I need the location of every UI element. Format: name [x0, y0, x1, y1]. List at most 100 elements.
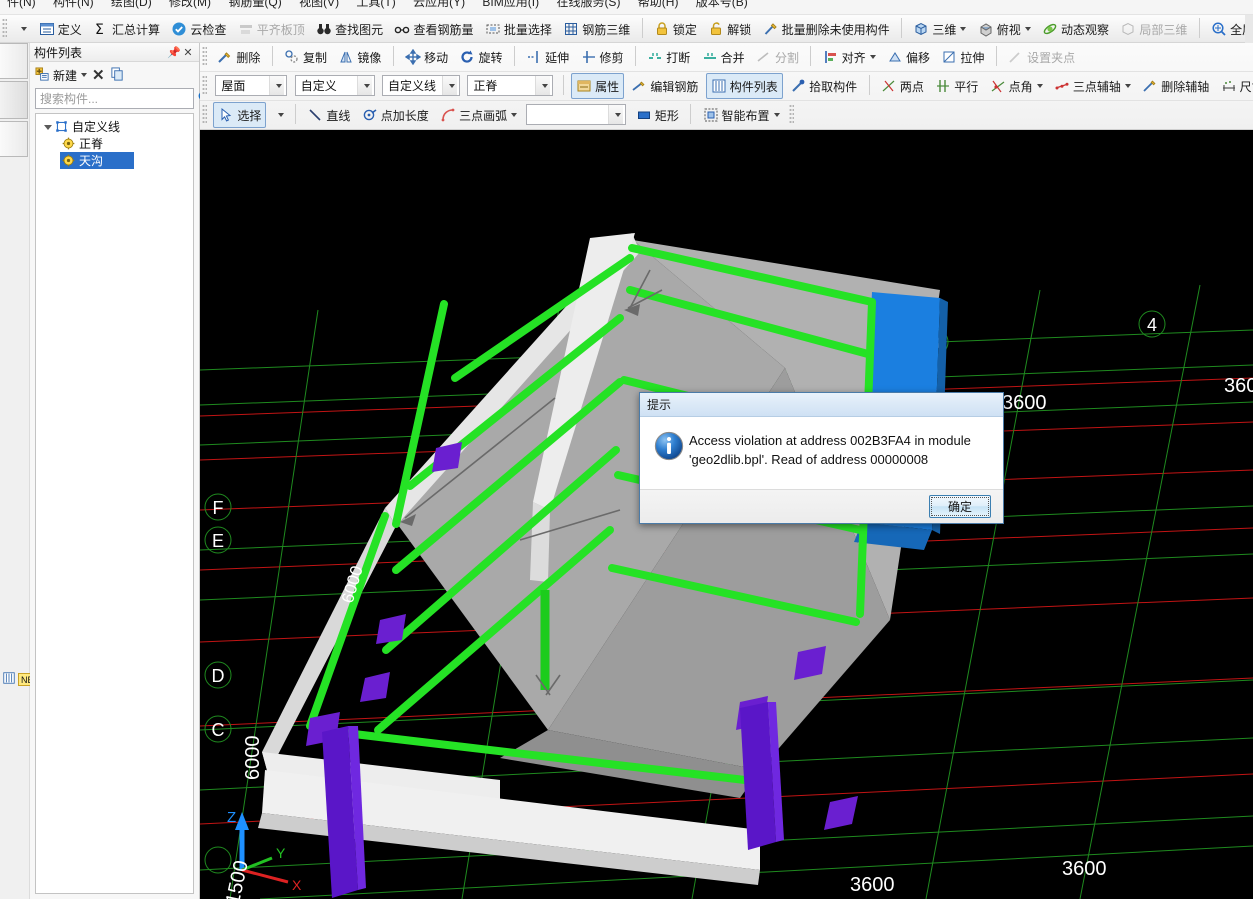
menu-item-bim-apps[interactable]: BIM应用(I) [475, 0, 546, 9]
toolbar-button-find-element[interactable]: 查找图元 [312, 16, 387, 42]
toolbar-button-trim[interactable]: 修剪 [577, 44, 628, 70]
chevron-down-icon[interactable] [356, 76, 372, 95]
menu-item-draw[interactable]: 绘图(D) [104, 0, 159, 9]
toolbar-button-split[interactable]: 分割 [752, 44, 803, 70]
toolbar-scroll-sliver[interactable] [1245, 15, 1253, 43]
chevron-down-icon[interactable] [869, 55, 876, 59]
toolbar-button-component-list[interactable]: 构件列表 [705, 73, 783, 99]
toolbar-grip[interactable] [202, 104, 207, 124]
ok-button[interactable]: 确定 [929, 495, 991, 518]
toolbar-button-copy[interactable]: 复制 [280, 44, 331, 70]
search-input[interactable] [36, 89, 197, 108]
toolbar-button-three-point-arc[interactable]: 三点画弧 [436, 102, 521, 128]
dock-tab-3[interactable] [0, 121, 28, 157]
toolbar-button-batch-select[interactable]: 批量选择 [481, 16, 556, 42]
chevron-down-icon[interactable] [773, 113, 780, 117]
toolbar-button-top-view[interactable]: 俯视 [974, 16, 1035, 42]
delete-component-button[interactable]: ✕ [92, 66, 105, 84]
toolbar-button-parallel[interactable]: 平行 [931, 73, 982, 99]
toolbar-grip[interactable] [202, 75, 207, 95]
toolbar-button-mirror[interactable]: 镜像 [334, 44, 385, 70]
toolbar-grip[interactable] [2, 18, 7, 38]
toolbar-button-smart-layout[interactable]: 智能布置 [699, 102, 784, 128]
toolbar-button-delete-axis[interactable]: 删除辅轴 [1138, 73, 1213, 99]
combo-category[interactable]: 屋面 [215, 75, 288, 96]
toolbar-button-merge[interactable]: 合并 [698, 44, 749, 70]
toolbar-button-align[interactable]: 对齐 [819, 44, 880, 70]
toolbar-overflow-caret[interactable] [13, 16, 31, 42]
menu-item-parts[interactable]: 构件(N) [46, 0, 101, 9]
toolbar-select-dropdown[interactable] [270, 102, 288, 128]
dock-tab-1[interactable] [0, 43, 28, 79]
toolbar-button-break[interactable]: 打断 [643, 44, 694, 70]
toolbar-button-point-length[interactable]: 点加长度 [358, 102, 433, 128]
menu-item-tools[interactable]: 工具(T) [349, 0, 402, 9]
toolbar-button-delete[interactable]: 删除 [213, 44, 264, 70]
chevron-down-icon[interactable] [1036, 84, 1043, 88]
toolbar-button-partial-3d[interactable]: 局部三维 [1116, 16, 1191, 42]
toolbar-button-pick-component[interactable]: 拾取构件 [786, 73, 861, 99]
menu-item-component[interactable]: 件(N) [0, 0, 43, 9]
toolbar-button-dynamic-observe[interactable]: 动态观察 [1038, 16, 1113, 42]
chevron-down-icon[interactable] [269, 76, 285, 95]
toolbar-button-line[interactable]: 直线 [303, 102, 354, 128]
dialog-title-bar[interactable]: 提示 [640, 393, 1003, 417]
chevron-down-icon[interactable] [1024, 27, 1031, 31]
chevron-down-icon[interactable] [608, 105, 624, 124]
search-component-row[interactable] [35, 88, 210, 109]
toolbar-button-3d-view[interactable]: 三维 [909, 16, 970, 42]
copy-component-button[interactable] [110, 67, 126, 83]
chevron-down-icon[interactable] [1124, 84, 1131, 88]
toolbar-button-offset[interactable]: 偏移 [883, 44, 934, 70]
toolbar-grip[interactable] [202, 46, 207, 66]
toolbar-button-batch-delete-unused[interactable]: 批量删除未使用构件 [759, 16, 894, 42]
close-icon[interactable]: ✕ [181, 46, 195, 59]
toolbar-button-cloud-check[interactable]: 云检查 [167, 16, 230, 42]
chevron-down-icon[interactable] [81, 73, 88, 77]
toolbar-button-point-angle[interactable]: 点角 [986, 73, 1047, 99]
toolbar-button-rotate[interactable]: 旋转 [455, 44, 506, 70]
toolbar-button-edit-rebar[interactable]: 编辑钢筋 [627, 73, 702, 99]
toolbar-button-properties[interactable]: 属性 [571, 73, 625, 99]
chevron-down-icon[interactable] [535, 76, 551, 95]
panel-icon[interactable] [2, 671, 18, 687]
tree-node-gutter[interactable]: 天沟 [60, 152, 134, 169]
menu-item-view[interactable]: 视图(V) [292, 0, 346, 9]
combo-draw-empty[interactable] [526, 104, 627, 125]
component-tree[interactable]: 自定义线 正脊 天沟 [35, 113, 194, 894]
combo-type[interactable]: 自定义 [294, 75, 375, 96]
toolbar-button-set-grip-point[interactable]: 设置夹点 [1004, 44, 1079, 70]
chevron-down-icon[interactable] [442, 76, 458, 95]
pin-icon[interactable]: 📌 [167, 46, 181, 59]
chevron-down-icon[interactable] [511, 113, 518, 117]
toolbar-button-extend[interactable]: 延伸 [522, 44, 573, 70]
toolbar-button-select[interactable]: 选择 [213, 102, 267, 128]
dock-tab-2[interactable] [0, 81, 28, 119]
toolbar-button-rebar-3d[interactable]: 钢筋三维 [559, 16, 634, 42]
toolbar-button-stretch[interactable]: 拉伸 [937, 44, 988, 70]
toolbar-button-view-rebar-qty[interactable]: 查看钢筋量 [390, 16, 477, 42]
toolbar-button-move[interactable]: 移动 [401, 44, 452, 70]
toolbar-button-dimension[interactable]: 尺寸标注 [1217, 73, 1253, 99]
toolbar-button-align-slab-top[interactable]: 平齐板顶 [234, 16, 309, 42]
tree-node-custom-line[interactable]: 自定义线 [38, 118, 191, 135]
combo-component[interactable]: 正脊 [467, 75, 554, 96]
chevron-down-icon[interactable] [960, 27, 967, 31]
menu-item-version[interactable]: 版本号(B) [689, 0, 755, 9]
menu-item-cloud-apps[interactable]: 云应用(Y) [406, 0, 472, 9]
combo-subtype[interactable]: 自定义线 [382, 75, 461, 96]
toolbar-button-three-point-axis[interactable]: 三点辅轴 [1050, 73, 1135, 99]
toolbar-button-rectangle[interactable]: 矩形 [632, 102, 683, 128]
toolbar-button-summary-calc[interactable]: Σ 汇总计算 [89, 16, 164, 42]
menu-item-rebar[interactable]: 钢筋量(Q) [221, 0, 288, 9]
toolbar-button-define[interactable]: 定义 [35, 16, 86, 42]
menu-item-online-service[interactable]: 在线服务(S) [549, 0, 627, 9]
new-component-button[interactable]: 新建 [35, 67, 88, 84]
menu-item-help[interactable]: 帮助(H) [631, 0, 686, 9]
toolbar-button-lock[interactable]: 锁定 [650, 16, 701, 42]
menu-item-modify[interactable]: 修改(M) [162, 0, 218, 9]
expand-arrow-icon[interactable] [44, 125, 52, 130]
toolbar-button-unlock[interactable]: 解锁 [704, 16, 755, 42]
toolbar-grip-end[interactable] [788, 104, 794, 124]
tree-node-ridge[interactable]: 正脊 [38, 135, 191, 152]
